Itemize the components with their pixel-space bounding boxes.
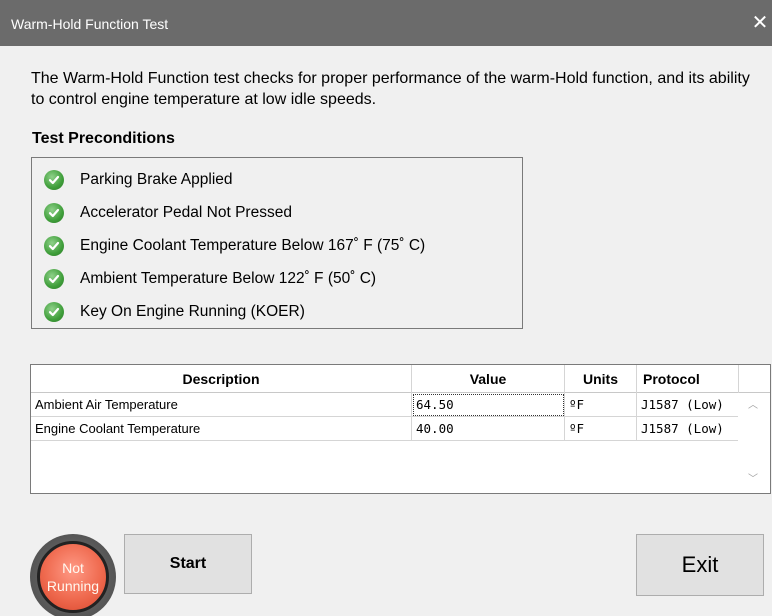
close-icon[interactable]: ✕ (748, 8, 772, 38)
vertical-scrollbar[interactable]: ︿ ﹀ (738, 393, 770, 493)
precondition-label: Engine Coolant Temperature Below 167˚ F … (80, 237, 426, 254)
precondition-item: Engine Coolant Temperature Below 167˚ F … (44, 234, 425, 258)
column-header-units[interactable]: Units (565, 365, 637, 393)
window-body: The Warm-Hold Function test checks for p… (0, 46, 772, 616)
cell-protocol: J1587 (Low) (637, 393, 739, 417)
check-circle-icon (44, 203, 64, 223)
precondition-item: Ambient Temperature Below 122˚ F (50˚ C) (44, 267, 376, 291)
scroll-down-icon[interactable]: ﹀ (746, 473, 760, 487)
column-header-description[interactable]: Description (31, 365, 412, 393)
check-circle-icon (44, 302, 64, 322)
cell-value: 64.50 (412, 393, 565, 417)
cell-value: 40.00 (412, 417, 565, 441)
cell-units: ºF (565, 417, 637, 441)
cell-description: Engine Coolant Temperature (31, 417, 412, 441)
status-indicator: Not Running (30, 534, 116, 616)
cell-units: ºF (565, 393, 637, 417)
column-header-value[interactable]: Value (412, 365, 565, 393)
column-header-protocol[interactable]: Protocol (637, 365, 739, 393)
table-row[interactable]: Engine Coolant Temperature 40.00 ºF J158… (31, 417, 739, 441)
start-button[interactable]: Start (124, 534, 252, 594)
check-circle-icon (44, 170, 64, 190)
cell-protocol: J1587 (Low) (637, 417, 739, 441)
preconditions-heading: Test Preconditions (32, 130, 175, 147)
status-indicator-label: Not Running (37, 541, 109, 613)
table-row[interactable]: Ambient Air Temperature 64.50 ºF J1587 (… (31, 393, 739, 417)
exit-button[interactable]: Exit (636, 534, 764, 596)
cell-description: Ambient Air Temperature (31, 393, 412, 417)
preconditions-panel: Parking Brake Applied Accelerator Pedal … (31, 157, 523, 329)
precondition-label: Ambient Temperature Below 122˚ F (50˚ C) (80, 270, 377, 287)
precondition-item: Key On Engine Running (KOER) (44, 300, 305, 324)
intro-description: The Warm-Hold Function test checks for p… (31, 70, 750, 108)
title-bar: Warm-Hold Function Test ✕ (0, 0, 772, 46)
table-header: Description Value Units Protocol (31, 365, 770, 393)
check-circle-icon (44, 269, 64, 289)
precondition-item: Parking Brake Applied (44, 168, 233, 192)
precondition-label: Parking Brake Applied (80, 171, 233, 188)
precondition-label: Key On Engine Running (KOER) (80, 303, 305, 320)
precondition-item: Accelerator Pedal Not Pressed (44, 201, 292, 225)
check-circle-icon (44, 236, 64, 256)
scroll-up-icon[interactable]: ︿ (746, 399, 760, 413)
precondition-label: Accelerator Pedal Not Pressed (80, 204, 292, 221)
parameters-table[interactable]: Description Value Units Protocol Ambient… (30, 364, 771, 494)
window-title: Warm-Hold Function Test (11, 16, 169, 32)
